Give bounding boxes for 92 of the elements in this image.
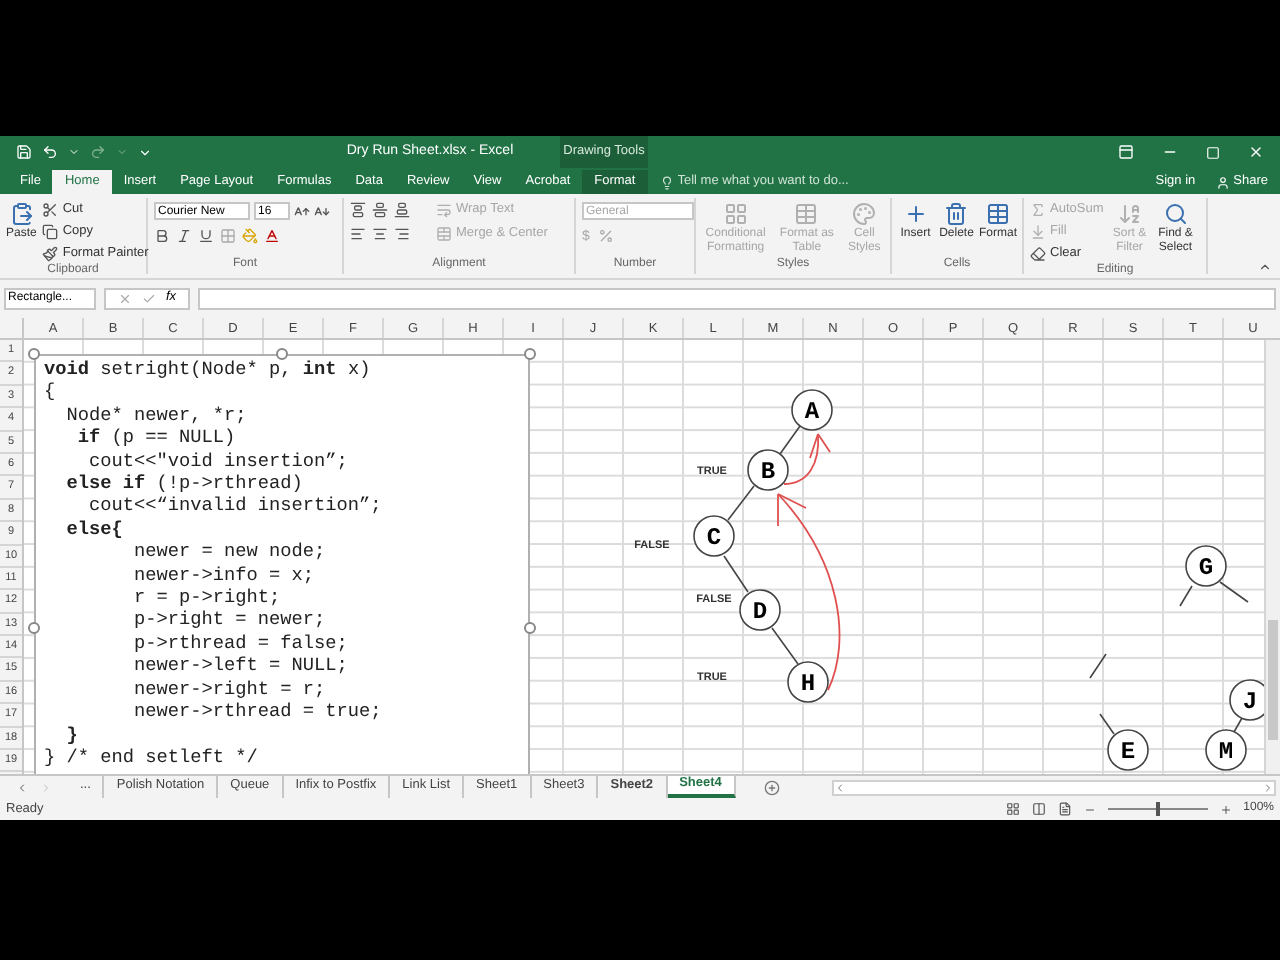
font-color-icon[interactable] (264, 228, 280, 244)
code-line: newer->info = x; (132, 563, 315, 587)
align-left-icon[interactable] (350, 226, 366, 242)
underline-icon[interactable] (198, 228, 214, 244)
undo-icon[interactable] (42, 144, 58, 160)
grow-font-icon[interactable] (294, 203, 310, 219)
delete-cells-icon (944, 202, 969, 226)
code-line: } (64, 723, 78, 746)
shrink-font-icon[interactable] (314, 203, 330, 219)
cut-icon (42, 202, 59, 218)
copy-icon (42, 224, 59, 240)
ribbon-display-icon[interactable] (1118, 144, 1134, 160)
find-select-icon (1163, 202, 1188, 226)
cell-styles-icon (852, 202, 877, 226)
wrap-text-icon (436, 202, 452, 218)
code-line: else if (!p->rthread) (64, 472, 303, 495)
lightbulb-icon (659, 175, 674, 189)
zoom-out-icon[interactable] (1083, 803, 1096, 815)
code-line: newer = new node; (132, 540, 326, 564)
code-line: newer->left = NULL; (132, 654, 348, 678)
person-icon (1215, 175, 1230, 189)
code-line: else{ (64, 517, 123, 541)
tree-edge (723, 555, 749, 593)
code-line: cout<<"void insertion”; (87, 449, 348, 473)
restore-icon[interactable] (1206, 145, 1220, 159)
align-right-icon[interactable] (394, 226, 410, 242)
tree-node: A (791, 389, 833, 431)
tree-edge (1219, 581, 1249, 603)
bold-icon[interactable] (154, 228, 170, 244)
zoom-slider-thumb[interactable] (1155, 802, 1160, 816)
page-layout-view-icon[interactable] (1031, 802, 1046, 816)
thread-arrow (783, 433, 831, 485)
tree-node: D (739, 589, 781, 631)
vertical-scrollbar[interactable] (1264, 340, 1280, 774)
format-cells-icon (986, 202, 1010, 226)
code-line: newer->rthread = true; (132, 700, 382, 723)
tree-edge (771, 627, 799, 665)
formula-field[interactable] (198, 288, 1276, 310)
collapse-ribbon-icon[interactable] (1258, 260, 1272, 274)
autosum-icon (1030, 202, 1046, 218)
insert-cells-icon (903, 202, 928, 226)
text-box-frame[interactable] (34, 354, 530, 774)
fill-icon (1030, 224, 1046, 240)
previous-sheet-icon[interactable] (16, 781, 28, 793)
tree-edge (1089, 653, 1107, 679)
redo-icon[interactable] (90, 144, 106, 160)
normal-view-icon[interactable] (1005, 802, 1020, 816)
code-line: p->rthread = false; (132, 631, 348, 655)
middle-align-icon[interactable] (372, 202, 388, 218)
code-line: void setright(Node* p, int x) (44, 358, 371, 381)
code-line: } /* end setleft */ (44, 745, 258, 769)
tree-node: E (1107, 729, 1149, 771)
scrollbar-thumb[interactable] (1268, 620, 1278, 740)
code-line: r = p->right; (132, 586, 281, 609)
code-line: { (44, 380, 56, 404)
enter-icon[interactable] (142, 292, 156, 306)
format-as-table-icon (794, 202, 819, 226)
conditional-formatting-icon (723, 202, 748, 226)
tree-node: C (693, 515, 735, 557)
code-line: cout<<“invalid insertion”; (87, 494, 382, 518)
sort-filter-icon (1117, 202, 1142, 226)
zoom-in-icon[interactable] (1219, 803, 1232, 815)
paste-icon (9, 202, 34, 226)
tree-node: H (787, 661, 829, 703)
code-line: Node* newer, *r; (64, 403, 247, 427)
caret-icon[interactable] (68, 146, 80, 158)
italic-icon[interactable] (176, 228, 192, 244)
save-icon[interactable] (16, 144, 32, 160)
bottom-align-icon[interactable] (394, 202, 410, 218)
tree-edge (727, 485, 755, 521)
code-line: if (p == NULL) (75, 426, 236, 450)
tree-node: G (1185, 545, 1227, 587)
tree-node: J (1229, 679, 1264, 721)
top-align-icon[interactable] (350, 202, 366, 218)
tree-edge (779, 425, 801, 455)
merge-center-icon (436, 226, 452, 242)
code-line: p->right = newer; (132, 608, 326, 632)
tree-edge (1099, 713, 1115, 735)
page-break-view-icon[interactable] (1057, 802, 1072, 816)
cancel-icon[interactable] (118, 292, 132, 306)
clear-icon (1030, 246, 1046, 262)
close-icon[interactable] (1248, 144, 1264, 160)
tree-edge (1179, 585, 1193, 607)
percent-icon[interactable] (597, 228, 614, 244)
tree-node: M (1205, 729, 1247, 771)
code-line: newer->right = r; (132, 677, 326, 701)
format-painter-icon (42, 246, 59, 262)
fill-color-icon[interactable] (242, 228, 258, 244)
add-sheet-icon[interactable] (763, 779, 780, 795)
customize-icon[interactable] (138, 145, 152, 159)
align-center-icon[interactable] (372, 226, 388, 242)
tree-node: B (747, 449, 789, 491)
